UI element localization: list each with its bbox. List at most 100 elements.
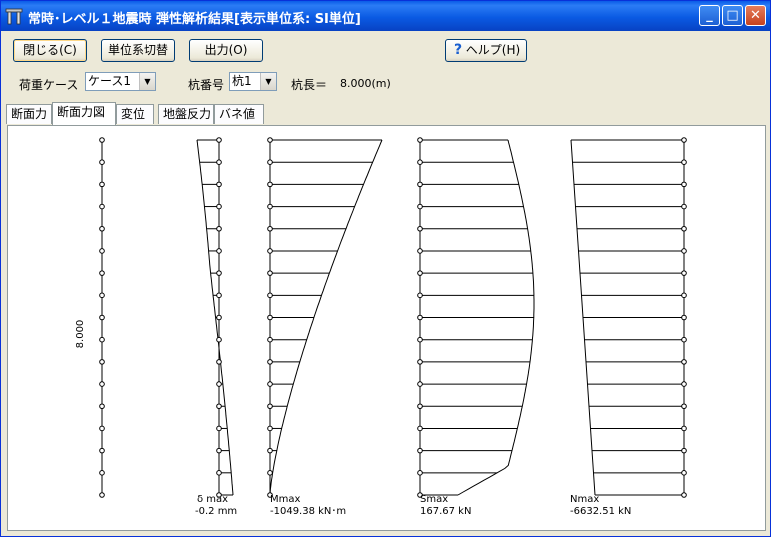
app-icon	[5, 8, 23, 25]
section-force-diagram: 8.000 δ max -0.2 mm Mmax -1049.38 kN･m S…	[75, 137, 687, 517]
shear-node	[417, 270, 423, 276]
moment-max-value: -1049.38 kN･m	[270, 506, 346, 517]
pile-model	[99, 137, 105, 498]
diagram-panel: 8.000 δ max -0.2 mm Mmax -1049.38 kN･m S…	[7, 125, 766, 531]
axial-node	[681, 359, 687, 365]
load-case-select[interactable]: ケース1 ▼	[85, 72, 156, 91]
pile-node	[99, 248, 105, 254]
moment-node	[267, 314, 273, 321]
maximize-button[interactable]: □	[722, 5, 743, 26]
moment-node	[267, 270, 273, 276]
chevron-down-icon[interactable]: ▼	[260, 73, 276, 90]
help-icon: ?	[454, 42, 463, 58]
output-button[interactable]: 出力(O)	[189, 39, 263, 62]
axial-node	[681, 336, 687, 343]
deflection-node	[216, 159, 222, 165]
moment-node	[267, 181, 273, 188]
moment-node	[267, 470, 273, 476]
pile-number-label: 杭番号	[188, 78, 225, 92]
shear-node	[417, 203, 423, 210]
minimize-button[interactable]: _	[699, 5, 720, 26]
axial-node	[681, 181, 687, 188]
shear-node	[417, 381, 423, 387]
shear-node	[417, 248, 423, 254]
close-button[interactable]: 閉じる(C)	[13, 39, 87, 62]
moment-node	[267, 137, 273, 143]
moment-node	[267, 425, 273, 432]
shear-node	[417, 403, 423, 410]
moment-node	[267, 292, 273, 299]
moment-node	[267, 359, 273, 365]
pile-node	[99, 336, 105, 343]
deflection-node	[216, 447, 222, 454]
pile-node	[99, 470, 105, 476]
shear-node	[417, 159, 423, 165]
deflection-node	[216, 403, 222, 410]
app-window: 常時･レベル１地震時 弾性解析結果[表示単位系: SI単位] _ □ ✕ 閉じる…	[0, 0, 771, 537]
shear-node	[417, 225, 423, 232]
chevron-down-icon[interactable]: ▼	[139, 73, 155, 90]
axial-node	[681, 381, 687, 387]
tab-displacement[interactable]: 変位	[116, 104, 154, 124]
axial-node	[681, 314, 687, 321]
deflection-node	[216, 292, 222, 299]
axial-diagram	[570, 137, 687, 498]
axial-node	[681, 270, 687, 276]
moment-node	[267, 159, 273, 165]
close-window-button[interactable]: ✕	[745, 5, 766, 26]
window-title: 常時･レベル１地震時 弾性解析結果[表示単位系: SI単位]	[28, 12, 361, 27]
axial-max-value: -6632.51 kN	[570, 506, 631, 517]
tab-section-force[interactable]: 断面力	[6, 104, 52, 124]
moment-node	[267, 248, 273, 254]
moment-node	[267, 225, 273, 232]
tab-ground-reaction[interactable]: 地盤反力	[158, 104, 214, 124]
shear-node	[417, 314, 423, 321]
moment-node	[267, 203, 273, 210]
tab-spring-value[interactable]: バネ値	[214, 104, 264, 124]
pile-node	[99, 270, 105, 276]
axial-node	[681, 225, 687, 232]
shear-node	[417, 181, 423, 188]
deflection-node	[216, 336, 222, 343]
deflection-node	[216, 425, 222, 432]
axial-node	[681, 137, 687, 143]
shear-node	[417, 470, 423, 476]
moment-node	[267, 381, 273, 387]
pile-node	[99, 447, 105, 454]
shear-node	[417, 336, 423, 343]
pile-number-select[interactable]: 杭1 ▼	[229, 72, 277, 91]
pile-node	[99, 292, 105, 299]
tab-section-force-diagram[interactable]: 断面力図	[52, 102, 116, 125]
moment-diagram	[267, 137, 383, 498]
axial-node	[681, 159, 687, 165]
pile-length-label: 杭長＝	[291, 78, 328, 92]
moment-node	[267, 447, 273, 454]
pile-node	[99, 425, 105, 432]
deflection-node	[216, 314, 222, 321]
deflection-max-value: -0.2 mm	[195, 506, 237, 517]
deflection-curve	[196, 139, 234, 496]
shear-max-label: Smax	[420, 494, 448, 505]
pile-node	[99, 492, 105, 498]
deflection-node	[216, 181, 222, 188]
axial-max-label: Nmax	[570, 494, 599, 505]
units-toggle-button[interactable]: 単位系切替	[101, 39, 175, 62]
title-bar[interactable]: 常時･レベル１地震時 弾性解析結果[表示単位系: SI単位] _ □ ✕	[1, 1, 770, 31]
axial-node	[681, 248, 687, 254]
axial-node	[681, 470, 687, 476]
pile-node	[99, 203, 105, 210]
shear-diagram	[417, 137, 535, 498]
axial-node	[681, 425, 687, 432]
deflection-node	[216, 470, 222, 476]
help-button-label: ヘルプ(H)	[465, 43, 521, 57]
pile-node	[99, 225, 105, 232]
axial-node	[681, 292, 687, 299]
shear-node	[417, 137, 423, 143]
deflection-node	[216, 203, 222, 210]
pile-node	[99, 159, 105, 165]
moment-max-label: Mmax	[270, 494, 300, 505]
shear-node	[417, 425, 423, 432]
deflection-max-label: δ max	[197, 494, 228, 505]
help-button[interactable]: ? ヘルプ(H)	[445, 39, 527, 62]
deflection-diagram	[196, 137, 234, 498]
